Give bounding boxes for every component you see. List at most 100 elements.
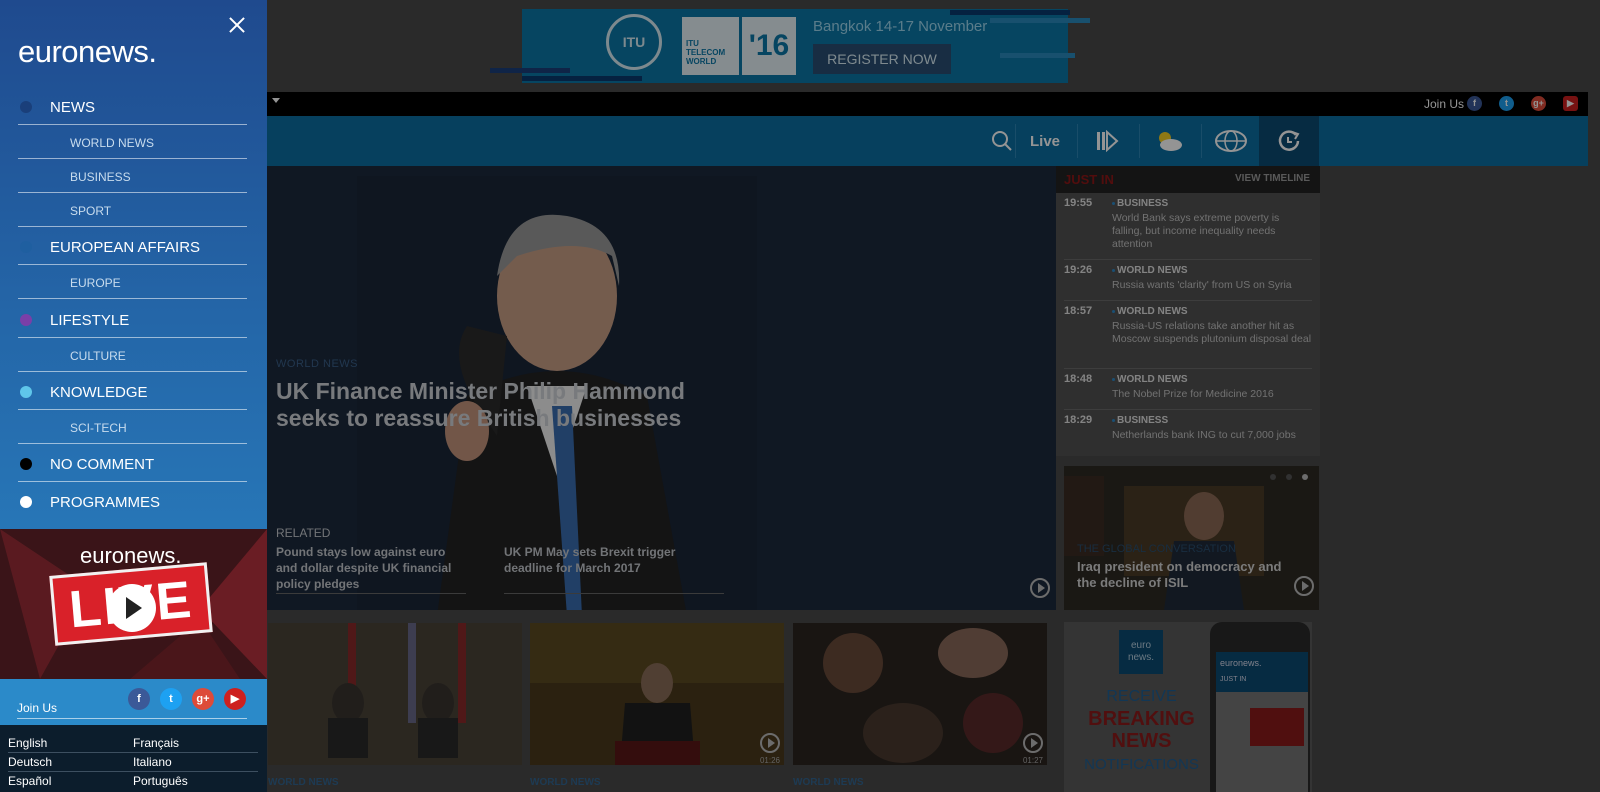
news-text[interactable]: Russia-US relations take another hit as … [1112,320,1312,346]
news-category: BUSINESS [1112,415,1168,426]
menu-item-sci-tech[interactable]: SCI-TECH [18,410,247,444]
menu-item-label: BUSINESS [70,170,131,184]
thumbnail-photo [793,623,1047,765]
play-icon[interactable] [108,584,156,632]
globe-icon[interactable] [1201,116,1261,166]
menu-item-culture[interactable]: CULTURE [18,338,247,372]
timeline-icon[interactable] [1259,116,1319,166]
ad-line: BREAKING [1088,708,1195,730]
global-conversation-promo[interactable]: THE GLOBAL CONVERSATION Iraq president o… [1064,466,1319,610]
ad-stripe [950,10,1070,15]
news-time: 18:29 [1064,414,1093,426]
ad-stripe [522,76,642,81]
facebook-icon[interactable]: f [128,688,150,710]
related-story-link[interactable]: Pound stays low against euro and dollar … [276,544,466,592]
video-thumbnail[interactable]: 01:27 [793,623,1047,765]
view-timeline-link[interactable]: VIEW TIMELINE [1235,173,1310,184]
youtube-icon[interactable]: ▶ [224,688,246,710]
phone-illustration: euronews. JUST IN [1210,622,1310,792]
language-option-english[interactable]: English [8,736,47,750]
thumbnail-category[interactable]: WORLD NEWS [530,777,601,788]
hero-story[interactable]: WORLD NEWS UK Finance Minister Philip Ha… [267,166,1056,610]
weather-icon[interactable] [1139,116,1199,166]
menu-item-europe[interactable]: EUROPE [18,265,247,299]
twitter-icon[interactable]: t [160,688,182,710]
play-icon[interactable] [760,733,780,753]
news-text[interactable]: Russia wants 'clarity' from US on Syria [1112,279,1312,292]
join-us-label: Join Us [1423,97,1464,111]
language-option-french[interactable]: Français [133,736,179,750]
thumbnail-category[interactable]: WORLD NEWS [793,777,864,788]
news-time: 19:26 [1064,264,1093,276]
breaking-news-ad[interactable]: euro news. RECEIVE BREAKING NEWS NOTIFIC… [1064,622,1312,792]
youtube-icon[interactable]: ▶ [1563,96,1578,111]
just-in-header: JUST IN VIEW TIMELINE [1056,166,1320,193]
play-icon[interactable] [1030,578,1050,598]
news-item[interactable]: 18:29 BUSINESS Netherlands bank ING to c… [1064,410,1312,451]
twitter-icon[interactable]: t [1499,96,1514,111]
carousel-dot[interactable] [1270,474,1276,480]
news-item[interactable]: 18:48 WORLD NEWS The Nobel Prize for Med… [1064,369,1312,410]
menu-item-label: LIFESTYLE [50,312,130,329]
bullet-icon [1112,377,1115,381]
related-divider [504,593,724,594]
hero-headline[interactable]: UK Finance Minister Philip Hammond seeks… [276,378,746,432]
ad-line: RECEIVE [1106,688,1177,705]
google-plus-icon[interactable]: g+ [1531,96,1546,111]
top-utility-bar: Join Us f t g+ ▶ [267,92,1588,116]
menu-item-lifestyle[interactable]: LIFESTYLE [18,300,247,338]
news-item[interactable]: 18:57 WORLD NEWS Russia-US relations tak… [1064,301,1312,369]
close-icon[interactable] [227,15,247,35]
menu-item-sport[interactable]: SPORT [18,193,247,227]
video-thumbnail[interactable] [268,623,522,765]
side-menu: euronews. NEWS WORLD NEWS BUSINESS SPORT… [0,0,267,792]
thumbnail-photo [268,623,522,765]
news-text[interactable]: The Nobel Prize for Medicine 2016 [1112,388,1312,401]
promo-headline[interactable]: Iraq president on democracy and the decl… [1077,559,1287,591]
carousel-dot-active[interactable] [1302,474,1308,480]
itu-logo: ITU [606,14,662,70]
language-option-portuguese[interactable]: Português [133,774,188,788]
play-icon[interactable] [1294,576,1314,596]
dropdown-caret-icon[interactable] [272,98,280,103]
menu-item-label: NEWS [50,99,95,116]
category-dot-icon [20,458,32,470]
news-item[interactable]: 19:55 BUSINESS World Bank says extreme p… [1064,193,1312,260]
menu-item-knowledge[interactable]: KNOWLEDGE [18,372,247,410]
video-icon[interactable] [1077,116,1137,166]
menu-item-news[interactable]: NEWS [18,87,247,125]
category-dot-icon [20,496,32,508]
join-us-label: Join Us [17,701,58,715]
main-nav-bar: Live [267,116,1588,166]
ad-stripe [490,68,570,73]
euronews-logo[interactable]: euronews. [18,34,157,70]
news-text[interactable]: Netherlands bank ING to cut 7,000 jobs [1112,429,1312,442]
menu-item-programmes[interactable]: PROGRAMMES [18,482,247,520]
menu-item-business[interactable]: BUSINESS [18,159,247,193]
play-icon[interactable] [1023,733,1043,753]
menu-item-world-news[interactable]: WORLD NEWS [18,125,247,159]
menu-item-european-affairs[interactable]: EUROPEAN AFFAIRS [18,227,247,265]
itu-banner-ad[interactable]: ITU ITU TELECOM WORLD '16 Bangkok 14-17 … [490,8,1097,84]
video-thumbnail[interactable]: 01:26 [530,623,784,765]
live-stream-banner[interactable]: euronews. LIVE [0,529,267,679]
register-now-button[interactable]: REGISTER NOW [813,44,951,74]
related-story-link[interactable]: UK PM May sets Brexit trigger deadline f… [504,544,694,576]
facebook-icon[interactable]: f [1467,96,1482,111]
ad-year: '16 [742,17,796,75]
live-button[interactable]: Live [1015,116,1075,166]
menu-item-no-comment[interactable]: NO COMMENT [18,444,247,482]
language-option-italian[interactable]: Italiano [133,755,172,769]
news-item[interactable]: 19:26 WORLD NEWS Russia wants 'clarity' … [1064,260,1312,301]
news-category: WORLD NEWS [1112,265,1188,276]
google-plus-icon[interactable]: g+ [192,688,214,710]
hero-category[interactable]: WORLD NEWS [276,358,358,370]
news-text[interactable]: World Bank says extreme poverty is falli… [1112,212,1312,251]
promo-category[interactable]: THE GLOBAL CONVERSATION [1077,543,1236,555]
thumbnail-category[interactable]: WORLD NEWS [268,777,339,788]
language-option-spanish[interactable]: Español [8,774,51,788]
carousel-dot[interactable] [1286,474,1292,480]
language-option-german[interactable]: Deutsch [8,755,52,769]
euronews-app-logo: euro news. [1119,630,1163,674]
bullet-icon [1112,309,1115,313]
